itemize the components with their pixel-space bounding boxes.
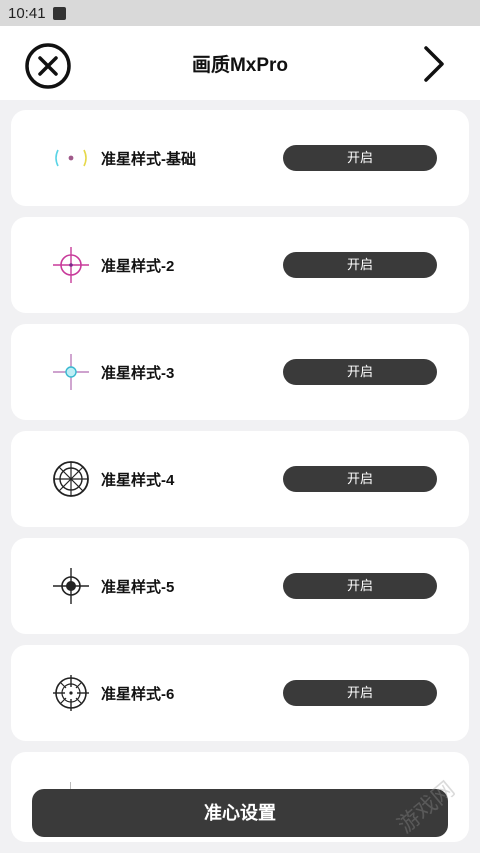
enable-button[interactable]: 开启 <box>283 680 437 706</box>
item-label: 准星样式-4 <box>101 472 175 489</box>
crosshair-2-icon <box>51 245 91 285</box>
status-bar: 10:41 <box>0 0 480 26</box>
header: 画质MxPro <box>0 26 480 100</box>
list-item: 准星样式-5 开启 <box>11 538 469 634</box>
list-item: 准星样式-2 开启 <box>11 217 469 313</box>
list-item: 准星样式-3 开启 <box>11 324 469 420</box>
crosshair-4-icon <box>51 459 91 499</box>
crosshair-3-icon <box>51 352 91 392</box>
enable-button[interactable]: 开启 <box>283 466 437 492</box>
page-title: 画质MxPro <box>191 55 289 76</box>
enable-button[interactable]: 开启 <box>283 573 437 599</box>
crosshair-5-icon <box>51 566 91 606</box>
list-item: 准星样式-6 开启 <box>11 645 469 741</box>
item-label: 准星样式-2 <box>101 258 175 275</box>
crosshair-settings-button[interactable]: 准心设置 <box>32 789 448 837</box>
item-label: 准星样式-6 <box>101 686 175 703</box>
enable-button[interactable]: 开启 <box>283 359 437 385</box>
item-label: 准星样式-3 <box>101 365 175 382</box>
item-label: 准星样式-5 <box>101 579 175 596</box>
crosshair-6-icon <box>51 673 91 713</box>
crosshair-basic-icon <box>51 138 91 178</box>
list-item: 准星样式-4 开启 <box>11 431 469 527</box>
enable-button[interactable]: 开启 <box>283 252 437 278</box>
item-label: 准星样式-基础 <box>101 151 196 168</box>
status-time: 10:41 <box>8 4 46 22</box>
chevron-right-icon[interactable] <box>418 44 448 84</box>
list-item: 准星样式-基础 开启 <box>11 110 469 206</box>
enable-button[interactable]: 开启 <box>283 145 437 171</box>
notification-icon <box>52 6 66 20</box>
